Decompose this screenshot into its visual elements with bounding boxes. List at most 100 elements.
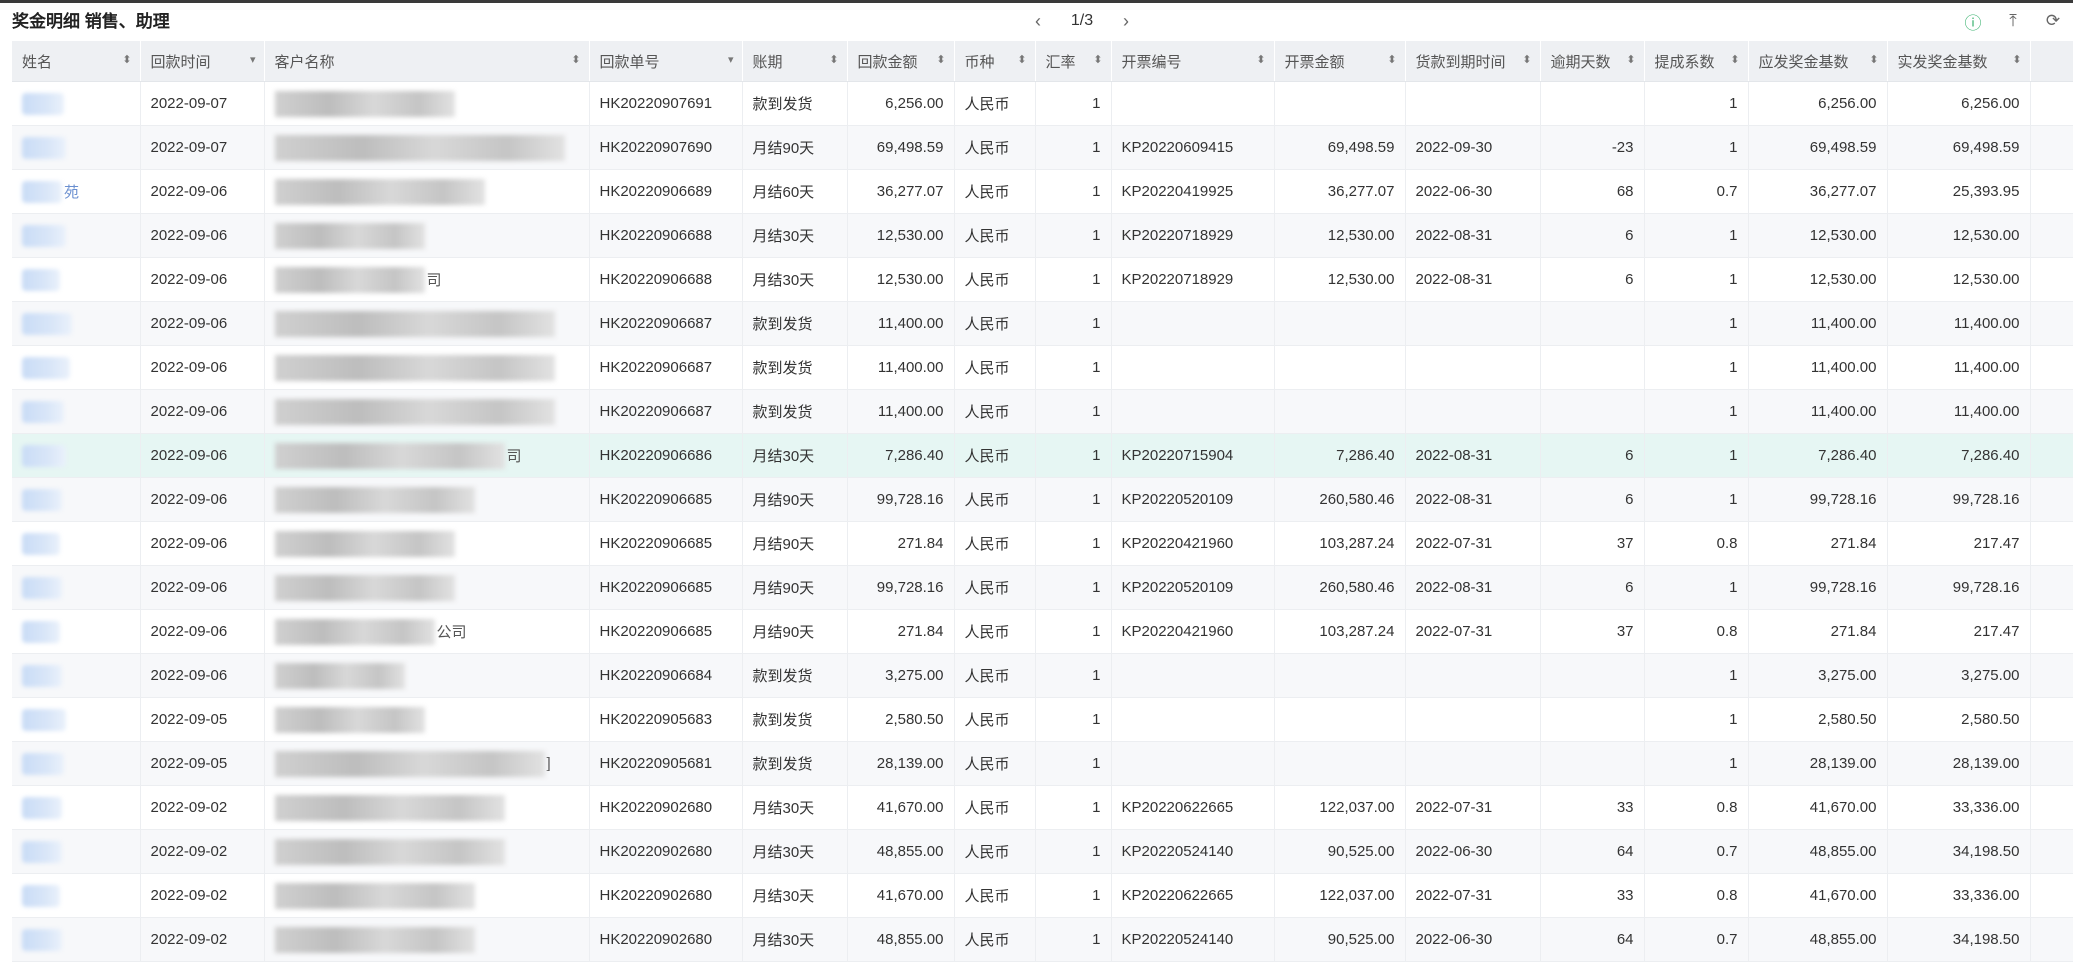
cell-customer: 公司	[264, 609, 590, 654]
sort-icon[interactable]: ⬍	[1387, 53, 1396, 66]
table-row[interactable]: 2022-09-06 公司 HK20220906685 月结90天 271.84 人民币 1…	[12, 609, 2073, 654]
table-row[interactable]: 2022-09-06 HK20220906685 月结90天 99,728.16 人民币…	[12, 477, 2073, 522]
column-header-amount[interactable]: 回款金额 ⬍	[847, 41, 955, 82]
cell-invoice_no	[1111, 741, 1275, 786]
sort-icon[interactable]: ⬍	[1093, 53, 1102, 66]
cell-invoice_no: KP20220622665	[1111, 873, 1275, 918]
table-row[interactable]: 2022-09-06 HK20220906687 款到发货 11,400.00 人民币 1…	[12, 301, 2073, 346]
table-row[interactable]: 2022-09-07 HK20220907691 款到发货 6,256.00 人民币 1 1…	[12, 81, 2073, 126]
cell-term: 月结90天	[742, 609, 848, 654]
cell-actual: 99,728.16	[1887, 565, 2031, 610]
table-row[interactable]: 2022-09-02 HK20220902680 月结30天 41,670.00 人民币…	[12, 785, 2073, 830]
table-row[interactable]: 2022-09-02 HK20220902680 月结30天 48,855.00 人民币…	[12, 917, 2073, 962]
cell-actual: 11,400.00	[1887, 301, 2031, 346]
table-row[interactable]: 苑 2022-09-06 HK20220906689 月结60天 36,277.07 人民…	[12, 169, 2073, 214]
cell-amount: 3,275.00	[847, 653, 955, 698]
table-row[interactable]: 2022-09-06 司 HK20220906688 月结30天 12,530.00 人民…	[12, 257, 2073, 302]
cell-due	[1405, 653, 1541, 698]
cell-amount: 2,580.50	[847, 697, 955, 742]
cell-base: 99,728.16	[1748, 565, 1888, 610]
cell-amount: 48,855.00	[847, 917, 955, 962]
cell-overdue: 68	[1540, 169, 1645, 214]
cell-due: 2022-09-30	[1405, 125, 1541, 170]
sort-icon[interactable]: ⬍	[1869, 53, 1878, 66]
column-header-currency[interactable]: 币种 ⬍	[954, 41, 1036, 82]
table-row[interactable]: 2022-09-06 HK20220906687 款到发货 11,400.00 人民币 1…	[12, 345, 2073, 390]
next-page-button[interactable]: ›	[1108, 11, 1144, 32]
cell-currency: 人民币	[954, 433, 1036, 478]
cell-customer: 司	[264, 433, 590, 478]
cell-invoice_amt: 12,530.00	[1274, 213, 1406, 258]
cell-amount: 36,277.07	[847, 169, 955, 214]
column-header-due[interactable]: 货款到期时间 ⬍	[1405, 41, 1541, 82]
cell-overflow	[2030, 785, 2073, 830]
sort-icon[interactable]: ▾	[250, 53, 256, 66]
sort-icon[interactable]: ⬍	[936, 53, 945, 66]
table-row[interactable]: 2022-09-05 HK20220905683 款到发货 2,580.50 人民币 1 1…	[12, 697, 2073, 742]
column-header-invoice_amt[interactable]: 开票金额 ⬍	[1274, 41, 1406, 82]
table-row[interactable]: 2022-09-06 司 HK20220906686 月结30天 7,286.40 人民币…	[12, 433, 2073, 478]
table-row[interactable]: 2022-09-02 HK20220902680 月结30天 41,670.00 人民币…	[12, 873, 2073, 918]
prev-page-button[interactable]: ‹	[1020, 11, 1056, 32]
export-icon[interactable]: ⤒	[1993, 11, 2033, 31]
cell-receipt: HK20220906686	[589, 433, 743, 478]
cell-due: 2022-08-31	[1405, 477, 1541, 522]
column-header-customer[interactable]: 客户名称 ⬍	[264, 41, 590, 82]
cell-coef: 0.8	[1644, 521, 1749, 566]
sort-icon[interactable]: ⬍	[1626, 53, 1635, 66]
redacted-name	[22, 356, 70, 379]
cell-currency: 人民币	[954, 741, 1036, 786]
sort-icon[interactable]: ▾	[728, 53, 734, 66]
column-header-name[interactable]: 姓名 ⬍	[12, 41, 141, 82]
column-header-invoice_no[interactable]: 开票编号 ⬍	[1111, 41, 1275, 82]
info-icon[interactable]: ⓘ	[1953, 9, 1993, 34]
column-header-actual[interactable]: 实发奖金基数 ⬍	[1887, 41, 2031, 82]
column-header-receipt[interactable]: 回款单号 ▾	[589, 41, 743, 82]
table-row[interactable]: 2022-09-05] HK20220905681 款到发货 28,139.00 人民币…	[12, 741, 2073, 786]
cell-due: 2022-07-31	[1405, 873, 1541, 918]
table-row[interactable]: 2022-09-02 HK20220902680 月结30天 48,855.00 人民币…	[12, 829, 2073, 874]
redacted-customer	[274, 574, 455, 601]
sort-icon[interactable]: ⬍	[829, 53, 838, 66]
cell-currency: 人民币	[954, 477, 1036, 522]
table-row[interactable]: 2022-09-06 HK20220906688 月结30天 12,530.00 人民币…	[12, 213, 2073, 258]
sort-icon[interactable]: ⬍	[122, 53, 131, 66]
column-header-term[interactable]: 账期 ⬍	[742, 41, 848, 82]
sort-icon[interactable]: ⬍	[571, 53, 580, 66]
cell-base: 11,400.00	[1748, 345, 1888, 390]
column-header-coef[interactable]: 提成系数 ⬍	[1644, 41, 1749, 82]
column-header-base[interactable]: 应发奖金基数 ⬍	[1748, 41, 1888, 82]
sort-icon[interactable]: ⬍	[1522, 53, 1531, 66]
cell-invoice_amt	[1274, 345, 1406, 390]
redacted-name	[22, 136, 66, 159]
table-row[interactable]: 2022-09-06 HK20220906687 款到发货 11,400.00 人民币 1…	[12, 389, 2073, 434]
table-row[interactable]: 2022-09-06 HK20220906684 款到发货 3,275.00 人民币 1 1…	[12, 653, 2073, 698]
sort-icon[interactable]: ⬍	[1017, 53, 1026, 66]
cell-overflow	[2030, 609, 2073, 654]
cell-amount: 6,256.00	[847, 81, 955, 126]
cell-customer	[264, 389, 590, 434]
cell-date: 2022-09-06	[140, 301, 265, 346]
table-row[interactable]: 2022-09-07 HK20220907690 月结90天 69,498.59 人民币…	[12, 125, 2073, 170]
sort-icon[interactable]: ⬍	[2012, 53, 2021, 66]
table-row[interactable]: 2022-09-06 HK20220906685 月结90天 99,728.16 人民币…	[12, 565, 2073, 610]
bonus-detail-table: 姓名 ⬍ 回款时间 ▾ 客户名称 ⬍ 回款单号 ▾ 账期 ⬍ 回款金额 ⬍ 币种 ⬍ 汇率 ⬍ 开票编号 ⬍ 开票金…	[12, 41, 2073, 962]
column-header-rate[interactable]: 汇率 ⬍	[1035, 41, 1112, 82]
sort-icon[interactable]: ⬍	[1730, 53, 1739, 66]
cell-due	[1405, 81, 1541, 126]
cell-rate: 1	[1035, 213, 1112, 258]
refresh-icon[interactable]: ⟳	[2033, 11, 2073, 31]
redacted-customer	[274, 618, 435, 645]
column-header-date[interactable]: 回款时间 ▾	[140, 41, 265, 82]
cell-currency: 人民币	[954, 301, 1036, 346]
table-row[interactable]: 2022-09-06 HK20220906685 月结90天 271.84 人民币 1 KP…	[12, 521, 2073, 566]
cell-due: 2022-08-31	[1405, 433, 1541, 478]
cell-currency: 人民币	[954, 917, 1036, 962]
cell-base: 271.84	[1748, 521, 1888, 566]
sort-icon[interactable]: ⬍	[1256, 53, 1265, 66]
column-header-overdue[interactable]: 逾期天数 ⬍	[1540, 41, 1645, 82]
cell-overdue	[1540, 741, 1645, 786]
cell-date: 2022-09-06	[140, 653, 265, 698]
cell-receipt: HK20220902680	[589, 829, 743, 874]
cell-term: 月结30天	[742, 873, 848, 918]
